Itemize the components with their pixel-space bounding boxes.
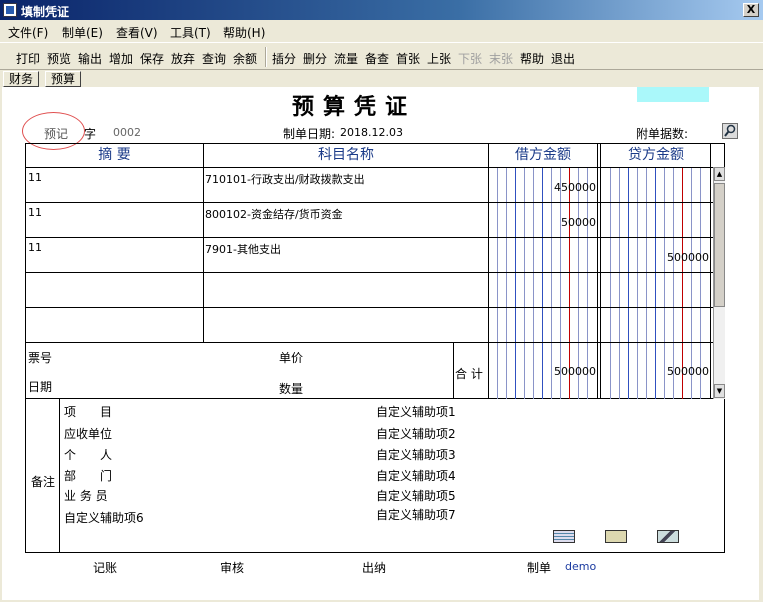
title-bar: 填制凭证 X	[0, 0, 763, 20]
row-divider	[26, 342, 713, 343]
last-button[interactable]: 末张	[489, 50, 513, 67]
export-button[interactable]: 输出	[78, 50, 102, 67]
help-button[interactable]: 帮助	[520, 50, 544, 67]
balance-button[interactable]: 余额	[233, 50, 257, 67]
scroll-thumb[interactable]	[714, 183, 725, 307]
audit-label: 审核	[220, 561, 245, 575]
save-button[interactable]: 保存	[140, 50, 164, 67]
menu-file[interactable]: 文件(F)	[8, 24, 48, 41]
row3-subject[interactable]: 7901-其他支出	[205, 241, 281, 257]
row-divider	[26, 272, 713, 273]
row-divider	[26, 307, 713, 308]
total-label: 合 计	[455, 367, 483, 381]
menu-bar: 文件(F) 制单(E) 查看(V) 工具(T) 帮助(H)	[0, 20, 763, 42]
remark-department[interactable]: 部 门	[64, 467, 112, 484]
remarks-label: 备注	[31, 475, 56, 489]
row3-summary[interactable]: 11	[28, 241, 42, 254]
voucher-grid: 摘 要 科目名称 借方金额 贷方金额 11 710101-行政支出/财政拨款支出…	[25, 143, 725, 399]
memo-button[interactable]: 备查	[365, 50, 389, 67]
row1-summary[interactable]: 11	[28, 171, 42, 184]
debit-header: 借方金额	[515, 147, 571, 163]
status-box	[637, 87, 709, 102]
row2-debit[interactable]: 50000	[496, 216, 596, 229]
cashier-label: 出纳	[362, 561, 387, 575]
tab-finance[interactable]: 财务	[3, 71, 40, 87]
prev-button[interactable]: 上张	[427, 50, 451, 67]
date-label: 制单日期:	[283, 127, 336, 141]
remark-person[interactable]: 个 人	[64, 446, 112, 463]
menu-tools[interactable]: 工具(T)	[170, 24, 211, 41]
col-divider	[453, 343, 454, 399]
query-button[interactable]: 查询	[202, 50, 226, 67]
insert-row-button[interactable]: 插分	[272, 50, 296, 67]
date-field-label: 日期	[28, 380, 53, 394]
ticket-label: 票号	[28, 351, 53, 365]
remark-divider	[59, 399, 60, 552]
zi-label: 字	[84, 127, 97, 141]
exit-button[interactable]: 退出	[551, 50, 575, 67]
remark-receivable-unit[interactable]: 应收单位	[64, 425, 112, 442]
remark-custom2[interactable]: 自定义辅助项2	[376, 425, 456, 442]
toolbar: 打印 预览 输出 增加 保存 放弃 查询 余额 插分 删分 流量 备查 首张 上…	[0, 42, 763, 70]
voucher-panel: 预算凭证 预记 字 0002 制单日期: 2018.12.03 附单据数: 摘 …	[2, 87, 759, 600]
first-button[interactable]: 首张	[396, 50, 420, 67]
row-divider	[26, 167, 713, 168]
menu-help[interactable]: 帮助(H)	[223, 24, 265, 41]
card-icon[interactable]	[605, 530, 627, 543]
col-divider	[203, 144, 204, 343]
scroll-up-icon[interactable]: ▲	[714, 167, 725, 181]
remark-custom3[interactable]: 自定义辅助项3	[376, 446, 456, 463]
row3-credit[interactable]: 500000	[609, 251, 709, 264]
total-credit: 500000	[667, 365, 709, 378]
voucher-title: 预算凭证	[292, 94, 417, 120]
remark-custom1[interactable]: 自定义辅助项1	[376, 403, 456, 420]
delete-row-button[interactable]: 删分	[303, 50, 327, 67]
tab-strip: 财务 预算	[0, 70, 763, 87]
maker-label: 制单	[527, 561, 552, 575]
window-icon	[3, 3, 17, 17]
search-icon[interactable]	[722, 123, 738, 139]
add-button[interactable]: 增加	[109, 50, 133, 67]
row-divider	[26, 237, 713, 238]
remarks-panel: 备注 项 目 应收单位 个 人 部 门 业 务 员 自定义辅助项6 自定义辅助项…	[25, 399, 725, 553]
subject-header: 科目名称	[318, 147, 374, 163]
voucher-date[interactable]: 2018.12.03	[340, 126, 403, 139]
menu-voucher[interactable]: 制单(E)	[62, 24, 103, 41]
menu-view[interactable]: 查看(V)	[116, 24, 158, 41]
price-label: 单价	[279, 351, 304, 365]
remark-custom4[interactable]: 自定义辅助项4	[376, 467, 456, 484]
summary-header: 摘 要	[98, 147, 131, 163]
edit-icon[interactable]	[657, 530, 679, 543]
remark-project[interactable]: 项 目	[64, 403, 112, 420]
maker-name: demo	[565, 560, 597, 573]
window-title: 填制凭证	[21, 5, 70, 19]
aux-detail-icon[interactable]	[553, 530, 575, 543]
print-button[interactable]: 打印	[16, 50, 40, 67]
remark-custom6[interactable]: 自定义辅助项6	[64, 509, 144, 526]
voucher-type[interactable]: 预记	[44, 125, 68, 142]
grid-scrollbar[interactable]: ▲ ▼	[713, 167, 725, 399]
row2-summary[interactable]: 11	[28, 206, 42, 219]
remark-custom7[interactable]: 自定义辅助项7	[376, 506, 456, 523]
row1-debit[interactable]: 450000	[496, 181, 596, 194]
row-divider	[26, 202, 713, 203]
credit-header: 贷方金额	[628, 147, 684, 163]
toolbar-separator	[265, 47, 267, 67]
attach-label: 附单据数:	[636, 127, 689, 141]
row2-subject[interactable]: 800102-资金结存/货币资金	[205, 206, 343, 222]
qty-label: 数量	[279, 382, 304, 396]
total-debit: 500000	[554, 365, 596, 378]
post-label: 记账	[93, 561, 118, 575]
row1-subject[interactable]: 710101-行政支出/财政拨款支出	[205, 171, 365, 187]
voucher-number[interactable]: 0002	[113, 126, 141, 139]
remark-custom5[interactable]: 自定义辅助项5	[376, 487, 456, 504]
preview-button[interactable]: 预览	[47, 50, 71, 67]
tab-budget[interactable]: 预算	[45, 71, 82, 87]
close-button[interactable]: X	[743, 3, 759, 17]
remark-salesperson[interactable]: 业 务 员	[64, 487, 108, 504]
next-button[interactable]: 下张	[458, 50, 482, 67]
cashflow-button[interactable]: 流量	[334, 50, 358, 67]
scroll-down-icon[interactable]: ▼	[714, 384, 725, 398]
discard-button[interactable]: 放弃	[171, 50, 195, 67]
